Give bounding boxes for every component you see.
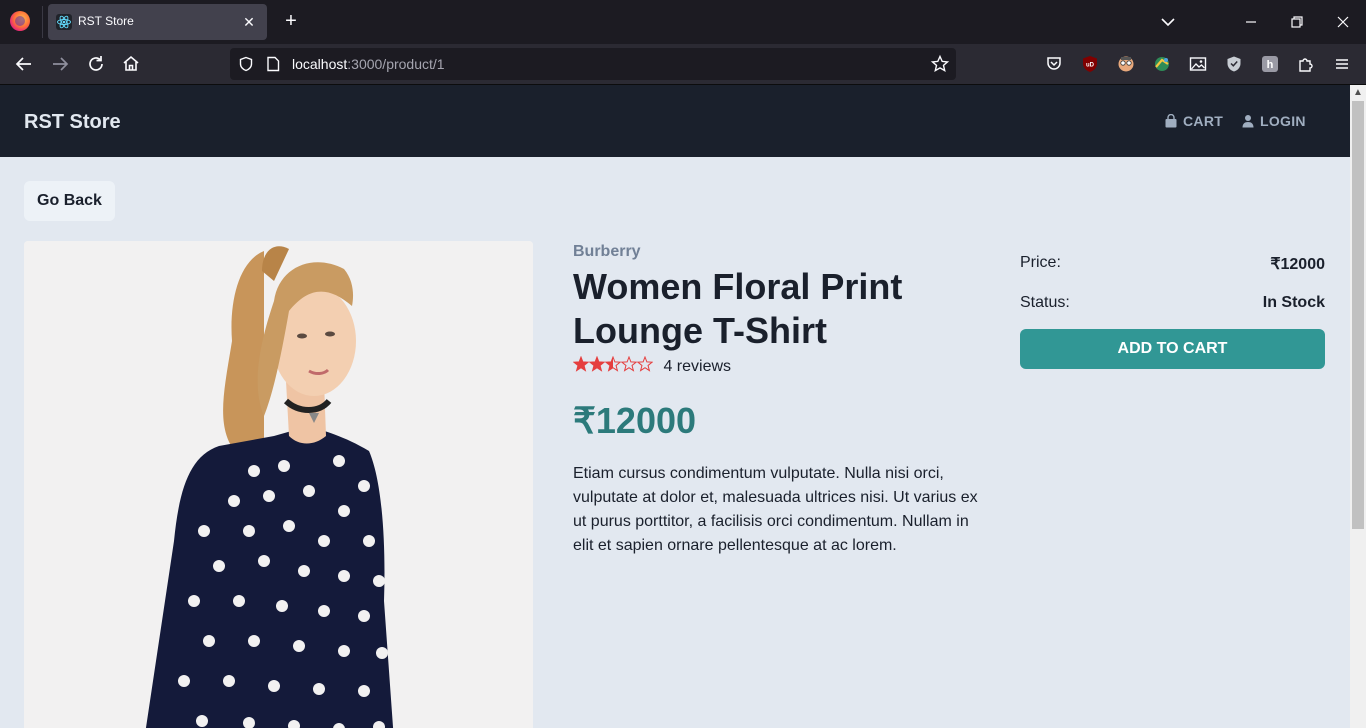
product-rating: 4 reviews xyxy=(572,355,732,378)
product-image xyxy=(24,241,533,728)
svg-text:h: h xyxy=(1267,59,1274,71)
site-brand[interactable]: RST Store xyxy=(24,111,121,134)
star-icon xyxy=(636,355,654,372)
login-label: LOGIN xyxy=(1260,113,1306,129)
extension-colorful-icon[interactable] xyxy=(1153,55,1171,73)
page-viewport: RST Store CART LOGIN Go Back Burberry Wo… xyxy=(0,85,1350,728)
site-header: RST Store CART LOGIN xyxy=(0,85,1350,157)
go-back-button[interactable]: Go Back xyxy=(24,181,115,221)
tab-title: RST Store xyxy=(78,14,134,28)
pocket-icon[interactable] xyxy=(1045,55,1063,73)
cart-label: CART xyxy=(1183,113,1224,129)
ublock-icon[interactable]: uD xyxy=(1081,55,1099,73)
close-icon[interactable]: ✕ xyxy=(239,12,259,32)
login-link[interactable]: LOGIN xyxy=(1242,113,1306,129)
tab-separator xyxy=(42,6,43,38)
forward-arrow-icon[interactable] xyxy=(49,53,71,75)
star-icon xyxy=(588,355,606,372)
url-host: localhost xyxy=(292,56,348,72)
browser-toolbar: localhost:3000/product/1 uD h xyxy=(0,44,1366,85)
close-window-icon[interactable] xyxy=(1333,12,1353,32)
cart-link[interactable]: CART xyxy=(1165,113,1223,129)
product-title: Women Floral Print Lounge T-Shirt xyxy=(573,266,903,351)
hamburger-menu-icon[interactable] xyxy=(1333,55,1351,73)
product-price: ₹12000 xyxy=(573,400,697,441)
restore-icon[interactable] xyxy=(1287,12,1307,32)
firefox-icon[interactable] xyxy=(10,11,30,31)
new-tab-button[interactable]: + xyxy=(280,10,302,34)
react-icon xyxy=(56,14,72,30)
review-count: 4 reviews xyxy=(663,357,732,375)
browser-tab[interactable]: RST Store ✕ xyxy=(48,4,267,40)
extensions-puzzle-icon[interactable] xyxy=(1297,55,1315,73)
product-brand: Burberry xyxy=(573,243,641,260)
url-text[interactable]: localhost:3000/product/1 xyxy=(292,56,445,72)
status-label: Status: xyxy=(1020,294,1070,311)
chevron-down-icon[interactable] xyxy=(1158,12,1178,32)
minimize-icon[interactable] xyxy=(1241,12,1261,32)
star-icon xyxy=(572,355,590,372)
image-icon[interactable] xyxy=(1189,55,1207,73)
url-path: :3000/product/1 xyxy=(347,56,445,72)
page-scrollbar[interactable]: ▲ xyxy=(1350,85,1366,728)
back-arrow-icon[interactable] xyxy=(13,53,35,75)
reload-icon[interactable] xyxy=(85,53,107,75)
star-icon xyxy=(604,355,622,372)
extension-face-icon[interactable] xyxy=(1117,55,1135,73)
star-icon xyxy=(620,355,638,372)
rating-stars xyxy=(572,355,654,377)
bookmark-star-icon[interactable] xyxy=(930,54,950,74)
status-value: In Stock xyxy=(1262,294,1325,311)
add-to-cart-button[interactable]: ADD TO CART xyxy=(1020,329,1325,369)
shopping-bag-icon xyxy=(1165,113,1177,128)
svg-text:uD: uD xyxy=(1086,63,1095,69)
scroll-thumb[interactable] xyxy=(1352,101,1364,529)
browser-tab-bar: RST Store ✕ + xyxy=(0,0,1366,44)
home-icon[interactable] xyxy=(120,53,142,75)
scroll-up-arrow-icon[interactable]: ▲ xyxy=(1350,85,1366,101)
user-icon xyxy=(1242,115,1254,128)
price-value: ₹12000 xyxy=(1270,256,1325,273)
address-bar[interactable]: localhost:3000/product/1 xyxy=(230,48,956,80)
extension-grey-icon[interactable]: h xyxy=(1261,55,1279,73)
shield-icon[interactable] xyxy=(238,56,254,72)
product-description: Etiam cursus condimentum vulputate. Null… xyxy=(573,465,978,554)
price-label: Price: xyxy=(1020,254,1061,271)
shield-extension-icon[interactable] xyxy=(1225,55,1243,73)
page-icon[interactable] xyxy=(266,56,280,72)
